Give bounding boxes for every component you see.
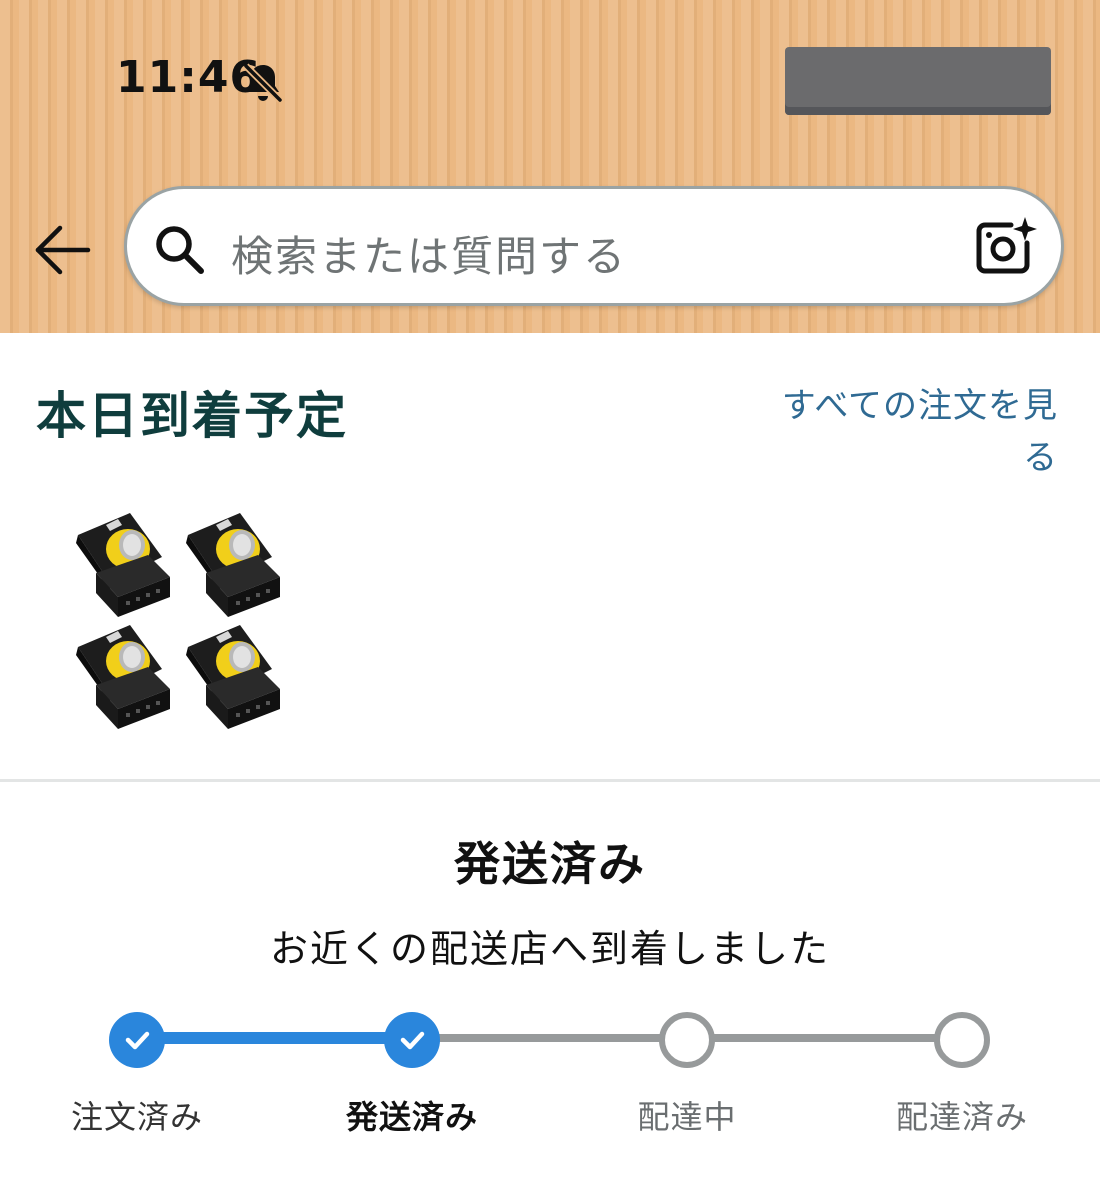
arriving-today-title: 本日到着予定: [36, 387, 348, 445]
check-icon: [400, 1031, 425, 1050]
step-label-ordered: 注文済み: [70, 1098, 203, 1136]
product-thumbnail[interactable]: [70, 505, 290, 745]
camera-sparkle-icon[interactable]: [973, 215, 1037, 279]
shipment-status-message: お近くの配送店へ到着しました: [269, 927, 830, 971]
app-header: 11:46 検索または質問する: [0, 0, 1100, 333]
section-divider: [0, 779, 1100, 782]
step-label-in-transit: 配達中: [637, 1098, 737, 1136]
step-node-ordered: [109, 1012, 165, 1068]
back-arrow-icon[interactable]: [30, 222, 92, 278]
step-node-shipped: [384, 1012, 440, 1068]
step-label-delivered: 配達済み: [895, 1098, 1028, 1136]
see-all-orders-line1[interactable]: すべての注文を見: [758, 380, 1058, 432]
bell-slash-icon: [243, 63, 283, 103]
redacted-status-area: [785, 47, 1051, 115]
see-all-orders-line2[interactable]: る: [758, 432, 1058, 484]
check-icon: [125, 1031, 150, 1050]
step-node-delivered: [934, 1012, 990, 1068]
see-all-orders-link[interactable]: すべての注文を見 る: [758, 380, 1058, 484]
step-label-shipped: 発送済み: [345, 1098, 478, 1136]
shipment-status-title: 発送済み: [454, 837, 646, 891]
search-placeholder[interactable]: 検索または質問する: [231, 223, 627, 284]
search-icon: [156, 226, 204, 274]
step-node-in-transit: [659, 1012, 715, 1068]
search-bar[interactable]: 検索または質問する: [124, 186, 1064, 306]
